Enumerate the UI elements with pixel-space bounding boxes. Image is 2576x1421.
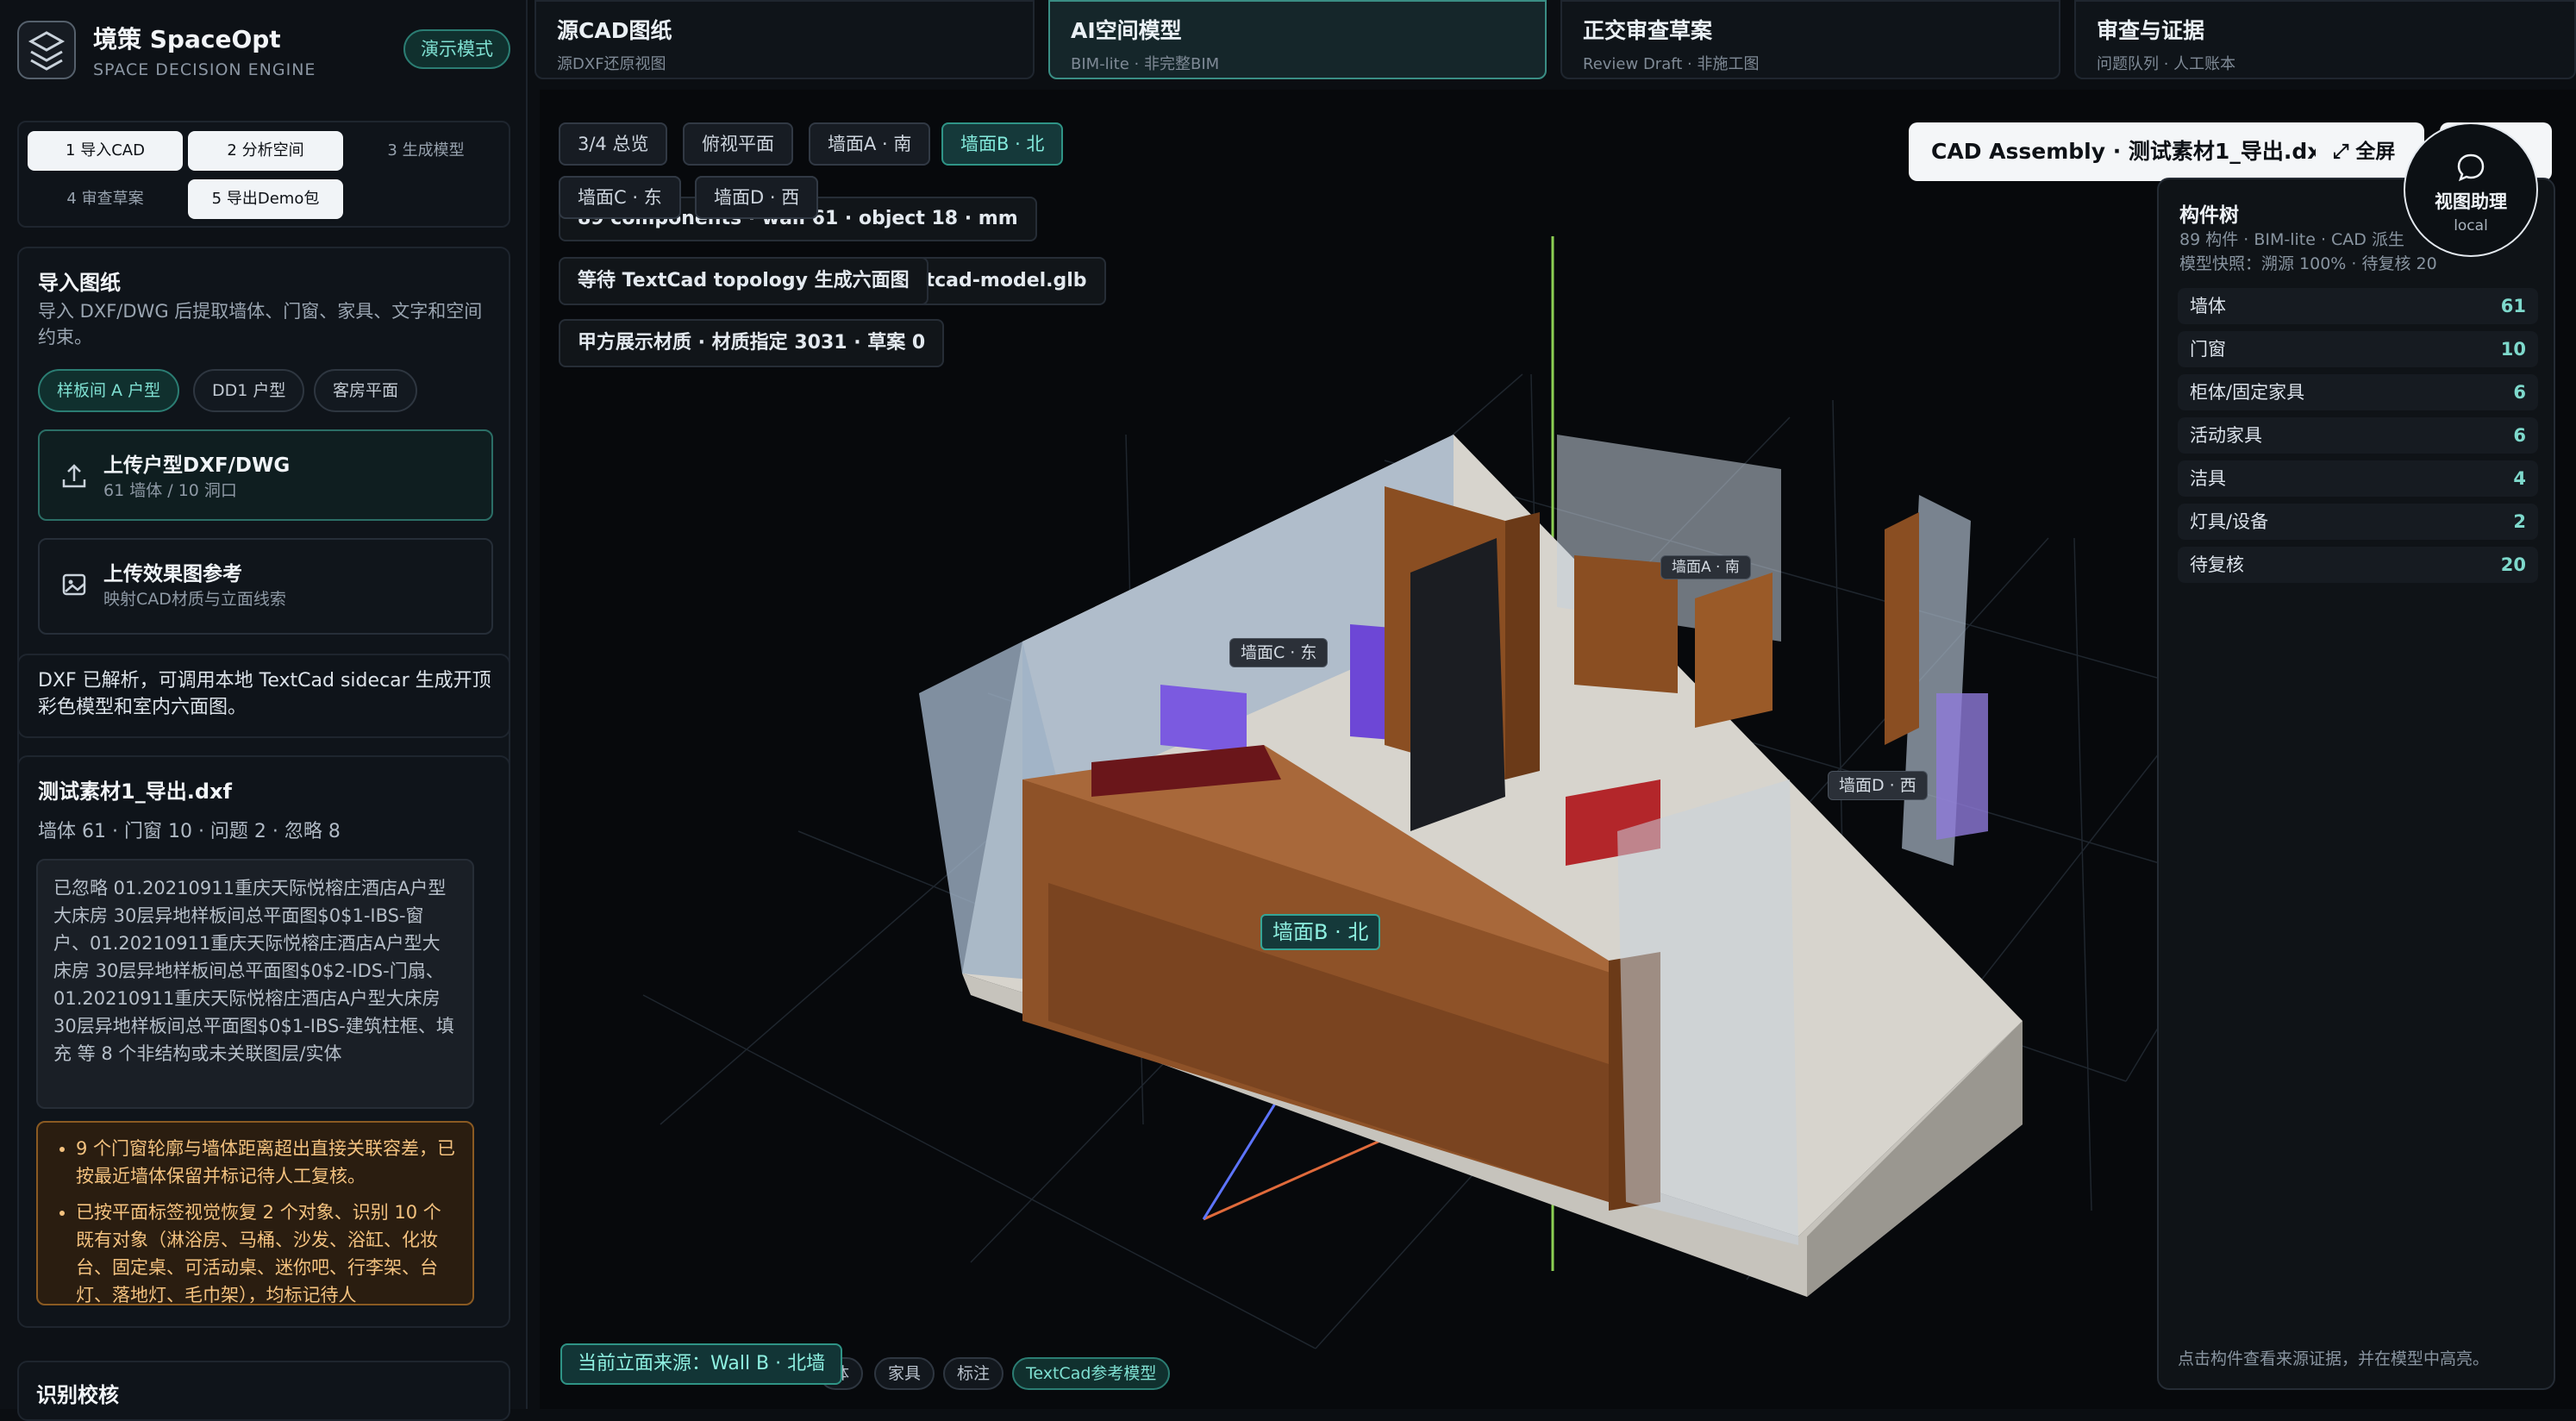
verify-title: 识别校核: [36, 1383, 119, 1407]
tab-subtitle: 问题队列 · 人工账本: [2097, 55, 2236, 73]
image-icon: [59, 569, 90, 600]
assistant-title: 视图助理: [2435, 191, 2507, 212]
row-label: 灯具/设备: [2190, 511, 2269, 532]
demo-mode-button[interactable]: 演示模式: [403, 29, 510, 69]
file-name: 测试素材1_导出.dxf: [38, 779, 232, 804]
ignored-layers-box: 已忽略 01.20210911重庆天际悦榕庄酒店A户型大床房 30层异地样板间总…: [36, 859, 474, 1109]
tab-title: AI空间模型: [1071, 18, 1182, 43]
wall-label-c[interactable]: 墙面C · 东: [1229, 638, 1329, 667]
row-count: 4: [2513, 468, 2526, 489]
brand-title: 境策 SpaceOpt: [93, 25, 281, 53]
current-elevation-source: 当前立面来源：Wall B · 北墙: [560, 1343, 843, 1385]
sidebar: 境策 SpaceOpt SPACE DECISION ENGINE 演示模式 1…: [0, 0, 528, 1421]
view-assistant-button[interactable]: 视图助理 local: [2404, 122, 2538, 257]
step-generate-model[interactable]: 3 生成模型: [348, 131, 503, 171]
warning-item: 已按平面标签视觉恢复 2 个对象、识别 10 个既有对象（淋浴房、马桶、沙发、浴…: [76, 1199, 459, 1304]
fullscreen-label: 全屏: [2355, 141, 2396, 163]
tree-footer: 点击构件查看来源证据，并在模型中高亮。: [2178, 1349, 2490, 1368]
step-review-draft[interactable]: 4 审查草案: [28, 179, 183, 219]
view-wall-d-front[interactable]: 墙面D · 西: [695, 176, 819, 219]
workflow-steps: 1 导入CAD 2 分析空间 3 生成模型 4 审查草案 5 导出Demo包: [17, 121, 510, 228]
upload-cad-title: 上传户型DXF/DWG: [103, 454, 291, 477]
upload-reference-title: 上传效果图参考: [103, 563, 242, 585]
row-count: 61: [2500, 296, 2526, 316]
row-label: 墙体: [2190, 296, 2226, 316]
upload-cad-subtitle: 61 墙体 / 10 洞口: [103, 481, 237, 500]
parse-note-panel: DXF 已解析，可调用本地 TextCad sidecar 生成开顶彩色模型和室…: [17, 654, 510, 738]
tab-source-cad[interactable]: 源CAD图纸 源DXF还原视图: [535, 0, 1035, 79]
tab-review-evidence[interactable]: 审查与证据 问题队列 · 人工账本: [2074, 0, 2576, 79]
tree-row-fixed-furniture[interactable]: 柜体/固定家具 6: [2178, 374, 2538, 410]
topology-waiting: 等待 TextCad topology 生成六面图: [559, 257, 928, 305]
logo-icon: [17, 21, 76, 79]
upload-cad-button[interactable]: 上传户型DXF/DWG 61 墙体 / 10 洞口: [38, 429, 493, 521]
assistant-subtitle: local: [2454, 217, 2488, 235]
row-count: 6: [2513, 382, 2526, 403]
expand-icon: ⤢: [2333, 141, 2349, 163]
step-analyze-space[interactable]: 2 分析空间: [188, 131, 343, 171]
preset-guest-room[interactable]: 客房平面: [314, 369, 418, 412]
row-label: 门窗: [2190, 339, 2226, 360]
view-wall-c-front[interactable]: 墙面C · 东: [559, 176, 681, 219]
layer-chip-furniture[interactable]: 家具: [874, 1357, 935, 1390]
tree-title: 构件树: [2179, 204, 2239, 227]
tab-subtitle: 源DXF还原视图: [557, 55, 666, 73]
view-three-quarter[interactable]: 3/4 总览: [559, 122, 668, 166]
tab-ortho-review[interactable]: 正交审查草案 Review Draft · 非施工图: [1560, 0, 2060, 79]
tree-subtitle: 89 构件 · BIM-lite · CAD 派生 模型快照：溯源 100% ·…: [2179, 228, 2437, 276]
row-label: 待复核: [2190, 554, 2244, 575]
tree-row-loose-furniture[interactable]: 活动家具 6: [2178, 417, 2538, 454]
wall-label-a[interactable]: 墙面A · 南: [1660, 555, 1751, 579]
tab-ai-space-model[interactable]: AI空间模型 BIM-lite · 非完整BIM: [1048, 0, 1547, 79]
tab-subtitle: BIM-lite · 非完整BIM: [1071, 55, 1220, 73]
tree-row-openings[interactable]: 门窗 10: [2178, 331, 2538, 367]
component-tree: 构件树 89 构件 · BIM-lite · CAD 派生 模型快照：溯源 10…: [2157, 178, 2555, 1390]
preset-sample-a[interactable]: 样板间 A 户型: [38, 369, 180, 412]
view-wall-a[interactable]: 墙面A · 南: [809, 122, 931, 166]
tree-subtitle-line: 模型快照：溯源 100% · 待复核 20: [2179, 254, 2437, 273]
parse-note: DXF 已解析，可调用本地 TextCad sidecar 生成开顶彩色模型和室…: [38, 670, 491, 718]
import-description: 导入 DXF/DWG 后提取墙体、门窗、家具、文字和空间约束。: [38, 301, 483, 347]
view-top-plan[interactable]: 俯视平面: [683, 122, 793, 166]
step-import-cad[interactable]: 1 导入CAD: [28, 131, 183, 171]
row-count: 2: [2513, 511, 2526, 532]
wall-label-b[interactable]: 墙面B · 北: [1260, 914, 1381, 950]
wall-label-d[interactable]: 墙面D · 西: [1828, 771, 1928, 800]
preset-dd1[interactable]: DD1 户型: [193, 369, 305, 412]
brand-subtitle: SPACE DECISION ENGINE: [93, 60, 316, 79]
tab-title: 正交审查草案: [1583, 18, 1713, 43]
row-count: 20: [2500, 554, 2526, 575]
layer-chip-annotation[interactable]: 标注: [943, 1357, 1004, 1390]
row-label: 活动家具: [2190, 425, 2262, 446]
tree-row-walls[interactable]: 墙体 61: [2178, 288, 2538, 324]
file-stats: 墙体 61 · 门窗 10 · 问题 2 · 忽略 8: [38, 821, 341, 842]
layer-chip-textcad[interactable]: TextCad参考模型: [1012, 1357, 1171, 1390]
tree-row-sanitary[interactable]: 洁具 4: [2178, 460, 2538, 497]
tab-title: 源CAD图纸: [557, 18, 672, 43]
tab-subtitle: Review Draft · 非施工图: [1583, 55, 1760, 73]
upload-reference-subtitle: 映射CAD材质与立面线索: [103, 590, 286, 609]
material-summary: 甲方展示材质 · 材质指定 3031 · 草案 0: [559, 319, 945, 367]
row-count: 10: [2500, 339, 2526, 360]
tree-subtitle-line: 89 构件 · BIM-lite · CAD 派生: [2179, 230, 2404, 249]
row-label: 洁具: [2190, 468, 2226, 489]
view-wall-b[interactable]: 墙面B · 北: [941, 122, 1064, 166]
assembly-selector[interactable]: CAD Assembly · 测试素材1_导出.dxf: [1909, 122, 2333, 181]
row-count: 6: [2513, 425, 2526, 446]
row-label: 柜体/固定家具: [2190, 382, 2305, 403]
tab-title: 审查与证据: [2097, 18, 2205, 43]
upload-reference-button[interactable]: 上传效果图参考 映射CAD材质与立面线索: [38, 538, 493, 635]
tree-row-lighting[interactable]: 灯具/设备 2: [2178, 504, 2538, 540]
warning-box: 9 个门窗轮廓与墙体距离超出直接关联容差，已按最近墙体保留并标记待人工复核。 已…: [36, 1121, 474, 1305]
step-export-demo[interactable]: 5 导出Demo包: [188, 179, 343, 219]
upload-icon: [59, 460, 90, 491]
warning-item: 9 个门窗轮廓与墙体距离超出直接关联容差，已按最近墙体保留并标记待人工复核。: [76, 1135, 459, 1190]
import-title: 导入图纸: [38, 271, 121, 295]
tree-row-pending-review[interactable]: 待复核 20: [2178, 547, 2538, 583]
chat-bubble-icon: [2405, 150, 2536, 185]
brand: 境策 SpaceOpt SPACE DECISION ENGINE 演示模式: [17, 21, 510, 95]
